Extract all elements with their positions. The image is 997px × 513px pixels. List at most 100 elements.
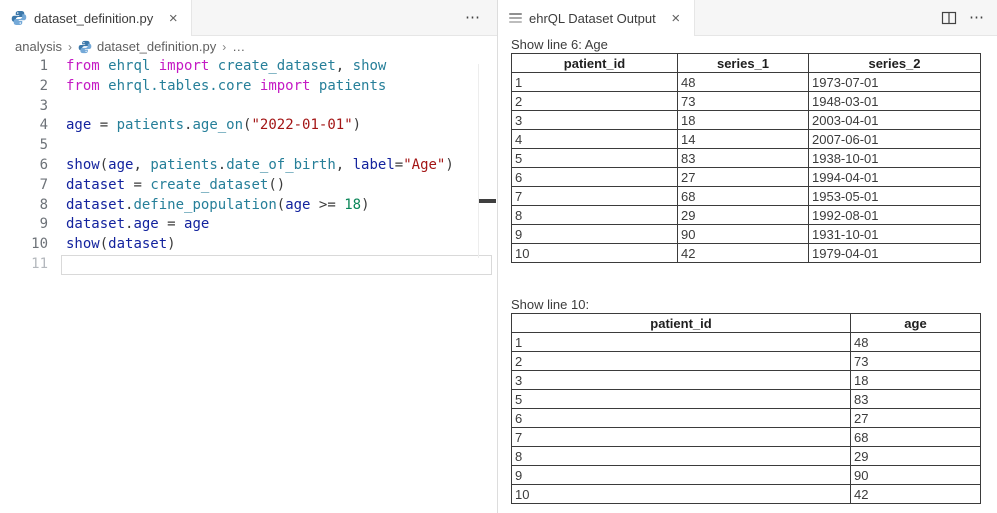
code-line-6[interactable]: show(age, patients.date_of_birth, label=… [66, 156, 454, 176]
overview-ruler[interactable] [479, 57, 497, 513]
more-actions-icon[interactable]: ⋯ [465, 10, 481, 25]
table-cell: 6 [512, 168, 678, 187]
code-token: ( [100, 236, 108, 252]
output-heading: Show line 10: [511, 297, 997, 312]
table-cell: 9 [512, 466, 851, 485]
code-token: >= [310, 197, 344, 213]
code-token: = [395, 157, 403, 173]
line-number-1: 1 [0, 57, 48, 77]
table-row: 8291992-08-01 [512, 206, 981, 225]
code-line-1[interactable]: from ehrql import create_dataset, show [66, 57, 454, 77]
table-row: 2731948-03-01 [512, 92, 981, 111]
table-row: 10421979-04-01 [512, 244, 981, 263]
column-header-patient_id: patient_id [512, 54, 678, 73]
code-token: "Age" [403, 157, 445, 173]
code-token: date_of_birth [226, 157, 336, 173]
breadcrumb-item-symbols[interactable]: … [232, 39, 245, 54]
code-line-2[interactable]: from ehrql.tables.core import patients [66, 77, 454, 97]
code-line-8[interactable]: dataset.define_population(age >= 18) [66, 196, 454, 216]
table-cell: 7 [512, 428, 851, 447]
code-line-7[interactable]: dataset = create_dataset() [66, 176, 454, 196]
table-row: 148 [512, 333, 981, 352]
table-cell: 1938-10-01 [809, 149, 981, 168]
code-token: dataset [108, 236, 167, 252]
table-cell: 2007-06-01 [809, 130, 981, 149]
line-number-8: 8 [0, 196, 48, 216]
code-editor[interactable]: 1234567891011 from ehrql import create_d… [0, 57, 497, 513]
code-line-4[interactable]: age = patients.age_on("2022-01-01") [66, 116, 454, 136]
table-cell: 1994-04-01 [809, 168, 981, 187]
code-token: ) [445, 157, 453, 173]
breadcrumb-file-label: dataset_definition.py [97, 39, 216, 54]
output-section-2: Show line 10:patient_idage14827331858362… [511, 297, 997, 504]
editor-gutter[interactable]: 1234567891011 [0, 57, 48, 275]
table-row: 9901931-10-01 [512, 225, 981, 244]
table-cell: 1992-08-01 [809, 206, 981, 225]
table-cell: 68 [851, 428, 981, 447]
table-cell: 3 [512, 111, 678, 130]
table-cell: 8 [512, 206, 678, 225]
close-icon[interactable]: × [164, 9, 182, 27]
code-token: age_on [192, 117, 243, 133]
line-number-5: 5 [0, 136, 48, 156]
line-number-10: 10 [0, 235, 48, 255]
output-table: patient_idage148273318583627768829990104… [511, 313, 981, 504]
python-file-icon [11, 10, 27, 26]
code-token: ) [167, 236, 175, 252]
code-token: show [353, 58, 387, 74]
more-actions-icon[interactable]: ⋯ [969, 10, 985, 25]
code-token: age [66, 117, 91, 133]
tab-dataset-definition[interactable]: dataset_definition.py × [0, 0, 192, 36]
table-header-row: patient_idage [512, 314, 981, 333]
code-token: dataset [66, 197, 125, 213]
code-token: , [336, 157, 353, 173]
table-cell: 5 [512, 390, 851, 409]
table-cell: 7 [512, 187, 678, 206]
output-heading: Show line 6: Age [511, 37, 997, 52]
editor-group-sash[interactable] [497, 0, 498, 513]
table-cell: 27 [851, 409, 981, 428]
table-row: 7681953-05-01 [512, 187, 981, 206]
code-token: show [66, 236, 100, 252]
code-line-11[interactable] [66, 255, 454, 275]
table-cell: 48 [678, 73, 809, 92]
breadcrumb-item-file[interactable]: dataset_definition.py [78, 39, 216, 54]
tab-label: ehrQL Dataset Output [529, 11, 656, 26]
column-header-patient_id: patient_id [512, 314, 851, 333]
code-token: , [133, 157, 150, 173]
tab-ehrql-dataset-output[interactable]: ehrQL Dataset Output × [498, 0, 695, 36]
code-line-10[interactable]: show(dataset) [66, 235, 454, 255]
table-cell: 42 [678, 244, 809, 263]
code-token [209, 58, 217, 74]
code-content[interactable]: from ehrql import create_dataset, showfr… [66, 57, 454, 275]
table-cell: 14 [678, 130, 809, 149]
code-line-3[interactable] [66, 97, 454, 117]
vscode-window: dataset_definition.py × ⋯ analysis › dat… [0, 0, 997, 513]
chevron-right-icon: › [68, 40, 72, 54]
table-row: 1481973-07-01 [512, 73, 981, 92]
breadcrumb-item-folder[interactable]: analysis [15, 39, 62, 54]
table-cell: 83 [678, 149, 809, 168]
output-section-1: Show line 6: Agepatient_idseries_1series… [511, 37, 997, 263]
code-token: define_population [133, 197, 276, 213]
right-tab-bar: ehrQL Dataset Output × ⋯ [498, 0, 997, 36]
column-header-series_1: series_1 [678, 54, 809, 73]
code-token: , [336, 58, 353, 74]
chevron-right-icon: › [222, 40, 226, 54]
code-line-9[interactable]: dataset.age = age [66, 215, 454, 235]
line-number-2: 2 [0, 77, 48, 97]
table-cell: 18 [678, 111, 809, 130]
code-token: ( [100, 157, 108, 173]
output-table: patient_idseries_1series_21481973-07-012… [511, 53, 981, 263]
table-cell: 29 [851, 447, 981, 466]
table-row: 318 [512, 371, 981, 390]
table-cell: 2003-04-01 [809, 111, 981, 130]
breadcrumb: analysis › dataset_definition.py › … [0, 36, 497, 57]
code-token: ) [353, 117, 361, 133]
table-cell: 9 [512, 225, 678, 244]
code-token: age [184, 216, 209, 232]
split-editor-icon[interactable] [941, 10, 957, 26]
close-icon[interactable]: × [667, 9, 685, 27]
code-token [251, 78, 259, 94]
code-line-5[interactable] [66, 136, 454, 156]
